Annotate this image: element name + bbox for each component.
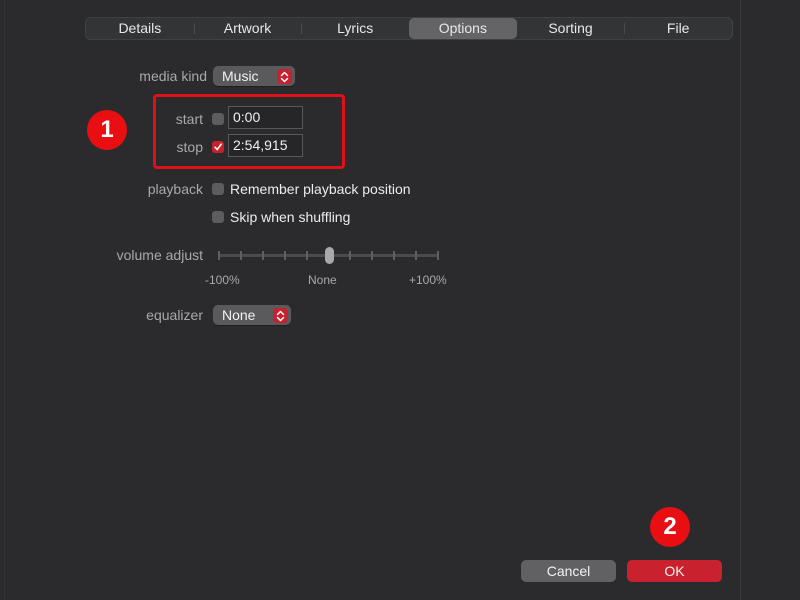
up-down-chevron-icon: [273, 308, 288, 323]
start-time-field[interactable]: 0:00: [228, 106, 303, 129]
start-label: start: [175, 111, 203, 127]
volume-slider-tick: [305, 251, 308, 260]
volume-slider-thumb[interactable]: [324, 247, 334, 264]
volume-slider-tick: [349, 251, 352, 260]
volume-min-label: -100%: [205, 273, 240, 287]
volume-slider-tick: [415, 251, 418, 260]
volume-slider-tick: [283, 251, 286, 260]
volume-slider-tick: [218, 251, 220, 260]
tab-bar: Details Artwork Lyrics Options Sorting F…: [85, 17, 733, 40]
remember-position-checkbox[interactable]: [212, 183, 224, 195]
volume-slider[interactable]: [216, 246, 441, 266]
up-down-chevron-icon: [277, 69, 292, 84]
media-kind-select[interactable]: Music: [213, 66, 295, 86]
checkmark-icon: [214, 143, 222, 151]
equalizer-value: None: [222, 307, 256, 323]
skip-shuffling-label[interactable]: Skip when shuffling: [230, 209, 350, 225]
volume-max-label: +100%: [409, 273, 447, 287]
remember-position-label[interactable]: Remember playback position: [230, 181, 411, 197]
volume-slider-tick: [437, 251, 439, 260]
equalizer-label: equalizer: [146, 307, 203, 323]
tab-file[interactable]: File: [624, 18, 732, 39]
tab-artwork[interactable]: Artwork: [193, 18, 302, 39]
tab-sorting[interactable]: Sorting: [517, 18, 625, 39]
ok-button[interactable]: OK: [627, 560, 722, 582]
media-kind-label: media kind: [139, 68, 207, 84]
step-1-badge: 1: [87, 110, 127, 150]
volume-adjust-label: volume adjust: [116, 247, 203, 263]
tab-lyrics[interactable]: Lyrics: [301, 18, 409, 39]
equalizer-select[interactable]: None: [213, 305, 291, 325]
stop-label: stop: [176, 139, 203, 155]
stop-time-field[interactable]: 2:54,915: [228, 134, 303, 157]
cancel-button[interactable]: Cancel: [521, 560, 616, 582]
song-info-dialog: Details Artwork Lyrics Options Sorting F…: [4, 0, 741, 600]
volume-slider-tick: [261, 251, 264, 260]
stop-checkbox[interactable]: [212, 141, 224, 153]
start-checkbox[interactable]: [212, 113, 224, 125]
step-2-badge: 2: [650, 507, 690, 547]
volume-slider-tick: [393, 251, 396, 260]
media-kind-value: Music: [222, 68, 259, 84]
skip-shuffling-checkbox[interactable]: [212, 211, 224, 223]
tab-details[interactable]: Details: [86, 18, 194, 39]
playback-label: playback: [147, 181, 203, 197]
volume-slider-tick: [239, 251, 242, 260]
tab-options[interactable]: Options: [409, 18, 517, 39]
volume-mid-label: None: [308, 273, 337, 287]
volume-slider-tick: [371, 251, 374, 260]
background-window: [741, 0, 800, 600]
